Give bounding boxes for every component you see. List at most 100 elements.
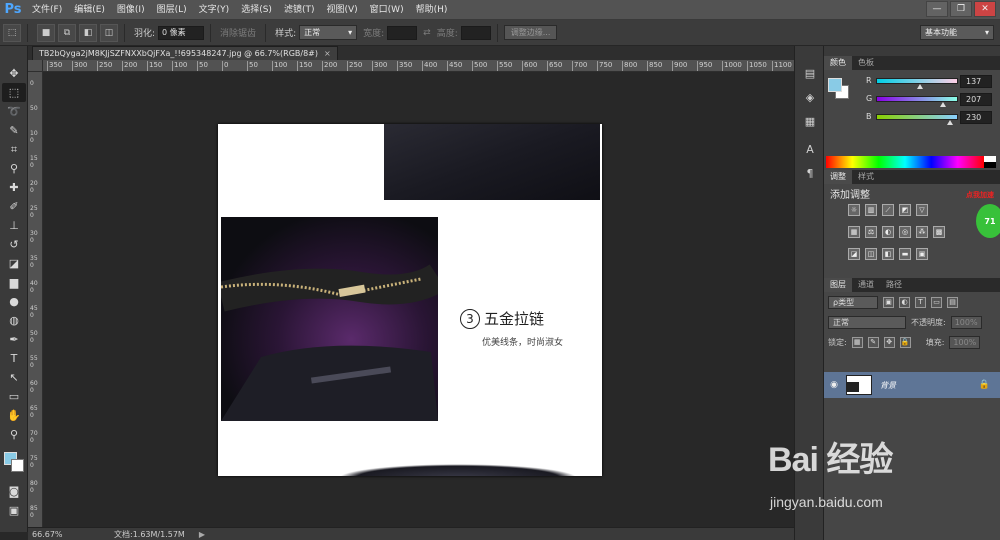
menu-file[interactable]: 文件(F): [26, 0, 68, 20]
red-value[interactable]: 137: [960, 75, 992, 88]
ruler-origin[interactable]: [28, 60, 43, 72]
height-input[interactable]: [460, 25, 491, 40]
lock-position-icon[interactable]: ✥: [883, 336, 895, 348]
swap-icon[interactable]: ⇄: [423, 28, 431, 38]
quick-selection-tool-icon[interactable]: ✎: [2, 121, 26, 140]
red-thumb[interactable]: [917, 84, 924, 89]
menu-type[interactable]: 文字(Y): [193, 0, 236, 20]
intersect-selection-icon[interactable]: ◫: [100, 23, 118, 42]
invert-icon[interactable]: ◪: [848, 248, 860, 260]
document-canvas[interactable]: 3 五金拉链 优美线条，时尚淑女: [218, 124, 602, 476]
refine-edge-button[interactable]: 调整边缘...: [503, 25, 558, 40]
rectangle-tool-icon[interactable]: ▭: [2, 387, 26, 406]
brightness-contrast-icon[interactable]: ☼: [848, 204, 860, 216]
menu-filter[interactable]: 滤镜(T): [278, 0, 321, 20]
lasso-tool-icon[interactable]: ➰: [2, 102, 26, 121]
hand-tool-icon[interactable]: ✋: [2, 406, 26, 425]
menu-select[interactable]: 选择(S): [235, 0, 278, 20]
filter-adjustment-icon[interactable]: ◐: [899, 296, 910, 308]
antialias-checkbox[interactable]: 消除锯齿: [220, 26, 256, 39]
filter-shape-icon[interactable]: ▭: [931, 296, 942, 308]
photo-filter-icon[interactable]: ◎: [899, 226, 911, 238]
lock-all-icon[interactable]: 🔒: [899, 336, 911, 348]
tab-swatches[interactable]: 色板: [852, 56, 880, 70]
threshold-icon[interactable]: ◧: [882, 248, 894, 260]
layer-row-background[interactable]: ◉ 背景 🔒: [824, 372, 1000, 398]
filter-smart-object-icon[interactable]: ▤: [947, 296, 958, 308]
blue-track[interactable]: [876, 114, 958, 120]
close-tab-icon[interactable]: ×: [324, 47, 331, 60]
tab-styles[interactable]: 样式: [852, 170, 880, 184]
quick-mask-icon[interactable]: ◙: [2, 482, 26, 501]
hue-saturation-icon[interactable]: ▦: [848, 226, 860, 238]
black-white-icon[interactable]: ◐: [882, 226, 894, 238]
panel-foreground-color[interactable]: [828, 78, 842, 92]
dodge-tool-icon[interactable]: ◍: [2, 311, 26, 330]
color-spectrum[interactable]: [826, 156, 984, 168]
screen-mode-icon[interactable]: ▣: [2, 501, 26, 520]
posterize-icon[interactable]: ◫: [865, 248, 877, 260]
menu-help[interactable]: 帮助(H): [410, 0, 454, 20]
layer-filter-select[interactable]: ρ类型: [828, 295, 878, 309]
black-white-swatch[interactable]: [984, 156, 996, 168]
eyedropper-tool-icon[interactable]: ⚲: [2, 159, 26, 178]
close-button[interactable]: ✕: [974, 1, 996, 17]
feather-input[interactable]: 0 像素: [158, 25, 205, 40]
vertical-ruler[interactable]: 0 50 100 150 200 250 300 350 400 450 500 550 600 650 7…: [28, 72, 43, 527]
subtract-selection-icon[interactable]: ◧: [79, 23, 97, 42]
speed-ad-ball[interactable]: 71: [976, 204, 1000, 238]
character-panel-icon[interactable]: A: [799, 140, 821, 158]
levels-icon[interactable]: ▥: [865, 204, 877, 216]
healing-brush-tool-icon[interactable]: ✚: [2, 178, 26, 197]
speed-ad-badge[interactable]: 点我加速 71: [966, 190, 1000, 240]
tab-color[interactable]: 颜色: [824, 56, 852, 70]
menu-image[interactable]: 图像(I): [111, 0, 151, 20]
marquee-tool-preset-icon[interactable]: ⬚: [3, 23, 21, 42]
curves-icon[interactable]: ⟋: [882, 204, 894, 216]
opacity-input[interactable]: 100%: [950, 315, 982, 329]
paragraph-panel-icon[interactable]: ¶: [799, 164, 821, 182]
lock-transparent-icon[interactable]: ▦: [851, 336, 863, 348]
style-select[interactable]: 正常 ▾: [299, 25, 358, 40]
status-menu-arrow-icon[interactable]: ▶: [199, 530, 205, 539]
layer-visibility-eye-icon[interactable]: ◉: [824, 380, 844, 390]
menu-window[interactable]: 窗口(W): [364, 0, 410, 20]
green-thumb[interactable]: [939, 102, 946, 107]
blue-thumb[interactable]: [946, 120, 953, 125]
tab-adjustments[interactable]: 调整: [824, 170, 852, 184]
green-value[interactable]: 207: [960, 93, 992, 106]
tab-channels[interactable]: 通道: [852, 278, 880, 292]
green-slider[interactable]: G 207: [866, 93, 998, 107]
gradient-map-icon[interactable]: ▬: [899, 248, 911, 260]
red-slider[interactable]: R 137: [866, 75, 998, 89]
minimize-button[interactable]: —: [926, 1, 948, 17]
vibrance-icon[interactable]: ▽: [916, 204, 928, 216]
document-tab[interactable]: TB2bQyga2jM8KJjSZFNXXbQjFXa_!!695348247.…: [32, 46, 338, 60]
blend-mode-select[interactable]: 正常: [828, 315, 906, 329]
menu-edit[interactable]: 编辑(E): [68, 0, 111, 20]
color-lookup-icon[interactable]: ▩: [933, 226, 945, 238]
crop-tool-icon[interactable]: ⌗: [2, 140, 26, 159]
history-panel-icon[interactable]: ▤: [799, 64, 821, 82]
brush-tool-icon[interactable]: ✐: [2, 197, 26, 216]
eraser-tool-icon[interactable]: ◪: [2, 254, 26, 273]
width-input[interactable]: [387, 25, 418, 40]
selective-color-icon[interactable]: ▣: [916, 248, 928, 260]
zoom-level[interactable]: 66.67%: [28, 530, 68, 539]
layer-name[interactable]: 背景: [880, 380, 896, 391]
tab-layers[interactable]: 图层: [824, 278, 852, 292]
filter-pixel-icon[interactable]: ▣: [883, 296, 894, 308]
horizontal-ruler[interactable]: 350 300 250 200 150 100 50 0 50 100 150 200 250 300 35…: [43, 60, 794, 72]
menu-view[interactable]: 视图(V): [320, 0, 363, 20]
new-selection-icon[interactable]: ■: [37, 23, 55, 42]
canvas-area[interactable]: 3 五金拉链 优美线条，时尚淑女: [43, 72, 794, 527]
blue-value[interactable]: 230: [960, 111, 992, 124]
exposure-icon[interactable]: ◩: [899, 204, 911, 216]
workspace-select[interactable]: 基本功能 ▾: [920, 25, 994, 40]
lock-image-icon[interactable]: ✎: [867, 336, 879, 348]
path-selection-tool-icon[interactable]: ↖: [2, 368, 26, 387]
move-tool-icon[interactable]: ✥: [2, 64, 26, 83]
properties-panel-icon[interactable]: ◈: [799, 88, 821, 106]
clone-stamp-tool-icon[interactable]: ⊥: [2, 216, 26, 235]
fill-input[interactable]: 100%: [949, 335, 981, 349]
